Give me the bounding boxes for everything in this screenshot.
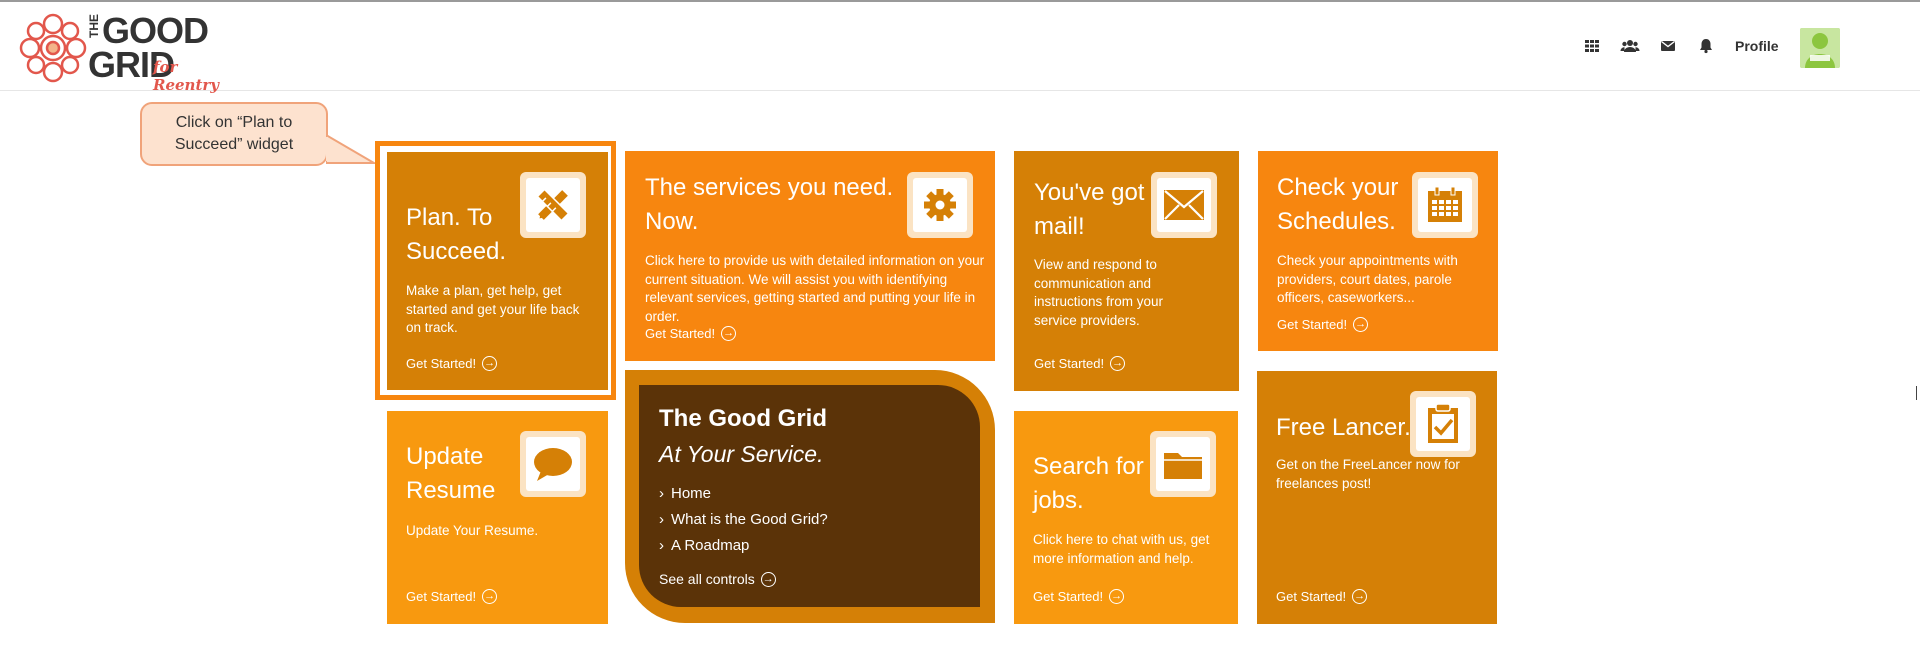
tile-title: Free Lancer. (1276, 414, 1411, 441)
clipboard-check-icon (1428, 403, 1458, 443)
callout-text: Click on “Plan to Succeed” widget (174, 114, 294, 153)
tile-title: You've got mail! (1034, 179, 1145, 240)
tile-services[interactable]: The services you need. Now. Click here t… (625, 151, 995, 361)
envelope-icon (1164, 190, 1204, 220)
service-link-what-is[interactable]: What is the Good Grid? (659, 511, 828, 537)
logo-flower-icon (19, 13, 87, 83)
tile-description: Make a plan, get help, get started and g… (406, 283, 580, 335)
good-grid-service-panel: The Good Grid At Your Service. Home What… (625, 370, 995, 623)
calendar-icon-box (1412, 172, 1478, 238)
get-started-label: Get Started! (1034, 356, 1105, 371)
arrow-circle-icon: → (482, 589, 498, 604)
logo-subtitle: for Reentry (153, 58, 220, 94)
get-started-link[interactable]: Get Started! → (406, 589, 498, 604)
tile-title: Update Resume (406, 443, 496, 504)
instruction-callout: Click on “Plan to Succeed” widget (140, 102, 328, 166)
get-started-label: Get Started! (1033, 589, 1104, 604)
folder-icon-box (1150, 431, 1216, 497)
folder-icon (1164, 453, 1202, 479)
tile-description: Get on the FreeLancer now for freelances… (1276, 457, 1460, 491)
tile-title: The services you need. Now. (645, 174, 894, 235)
arrow-circle-icon: → (482, 356, 498, 371)
mail-icon[interactable] (1658, 36, 1678, 56)
tile-plan-to-succeed[interactable]: Plan. To Succeed. Make a plan, get help,… (387, 152, 608, 390)
service-link-home[interactable]: Home (659, 485, 828, 511)
pencil-ruler-icon-box (520, 172, 586, 238)
arrow-circle-icon: → (721, 326, 737, 341)
cursor-marker (1916, 386, 1920, 400)
tile-freelancer[interactable]: Free Lancer. Get on the FreeLancer now f… (1257, 371, 1497, 624)
tile-title: Search for jobs. (1033, 453, 1144, 514)
tile-description: View and respond to communication and in… (1034, 257, 1164, 328)
get-started-link[interactable]: Get Started! → (1277, 317, 1369, 332)
get-started-label: Get Started! (406, 356, 477, 371)
speech-bubble-icon (534, 448, 572, 481)
bell-icon[interactable] (1696, 36, 1716, 56)
gear-icon (924, 189, 956, 221)
logo-the: THE (87, 14, 101, 38)
tile-mail[interactable]: You've got mail! View and respond to com… (1014, 151, 1239, 391)
tile-schedules[interactable]: Check your Schedules. Check your appoint… (1258, 151, 1498, 351)
envelope-icon-box (1151, 172, 1217, 238)
get-started-link[interactable]: Get Started! → (406, 356, 498, 371)
callout-pointer (326, 135, 376, 164)
service-link-roadmap[interactable]: A Roadmap (659, 537, 828, 563)
profile-link[interactable]: Profile (1735, 38, 1779, 54)
speech-bubble-icon-box (520, 431, 586, 497)
get-started-label: Get Started! (1276, 589, 1347, 604)
get-started-label: Get Started! (406, 589, 477, 604)
calendar-icon (1428, 186, 1462, 222)
avatar-person-icon (1800, 28, 1840, 68)
tile-title: Check your Schedules. (1277, 174, 1399, 235)
clipboard-icon-box (1410, 391, 1476, 457)
header: THEGOOD GRID for Reentry Profile (0, 2, 1920, 94)
service-panel-inner: The Good Grid At Your Service. Home What… (639, 385, 980, 607)
get-started-link[interactable]: Get Started! → (1034, 356, 1126, 371)
arrow-circle-icon: → (1109, 589, 1125, 604)
get-started-link[interactable]: Get Started! → (1033, 589, 1125, 604)
arrow-circle-icon: → (1110, 356, 1126, 371)
tile-search-jobs[interactable]: Search for jobs. Click here to chat with… (1014, 411, 1238, 624)
get-started-link[interactable]: Get Started! → (1276, 589, 1368, 604)
tile-description: Click here to chat with us, get more inf… (1033, 532, 1210, 566)
get-started-label: Get Started! (1277, 317, 1348, 332)
see-all-label: See all controls (659, 571, 755, 587)
arrow-circle-icon: → (1352, 589, 1368, 604)
get-started-label: Get Started! (645, 326, 716, 341)
tile-description: Click here to provide us with detailed i… (645, 253, 985, 324)
arrow-circle-icon: → (1353, 317, 1369, 332)
users-icon[interactable] (1620, 36, 1640, 56)
logo[interactable]: THEGOOD GRID for Reentry (18, 12, 238, 94)
service-panel-links: Home What is the Good Grid? A Roadmap (659, 485, 828, 563)
grid-icon[interactable] (1582, 36, 1602, 56)
avatar[interactable] (1800, 28, 1840, 68)
get-started-link[interactable]: Get Started! → (645, 326, 737, 341)
service-panel-subtitle: At Your Service. (659, 441, 824, 467)
service-panel-title: The Good Grid (659, 405, 827, 432)
tile-description: Update Your Resume. (406, 523, 539, 538)
gear-icon-box (907, 172, 973, 238)
tile-update-resume[interactable]: Update Resume Update Your Resume. Get St… (387, 411, 608, 624)
see-all-controls-link[interactable]: See all controls → (659, 571, 776, 587)
tile-title: Plan. To Succeed. (406, 204, 507, 265)
pencil-ruler-icon (536, 188, 570, 222)
arrow-circle-icon: → (760, 571, 776, 587)
tile-description: Check your appointments with providers, … (1277, 253, 1458, 305)
